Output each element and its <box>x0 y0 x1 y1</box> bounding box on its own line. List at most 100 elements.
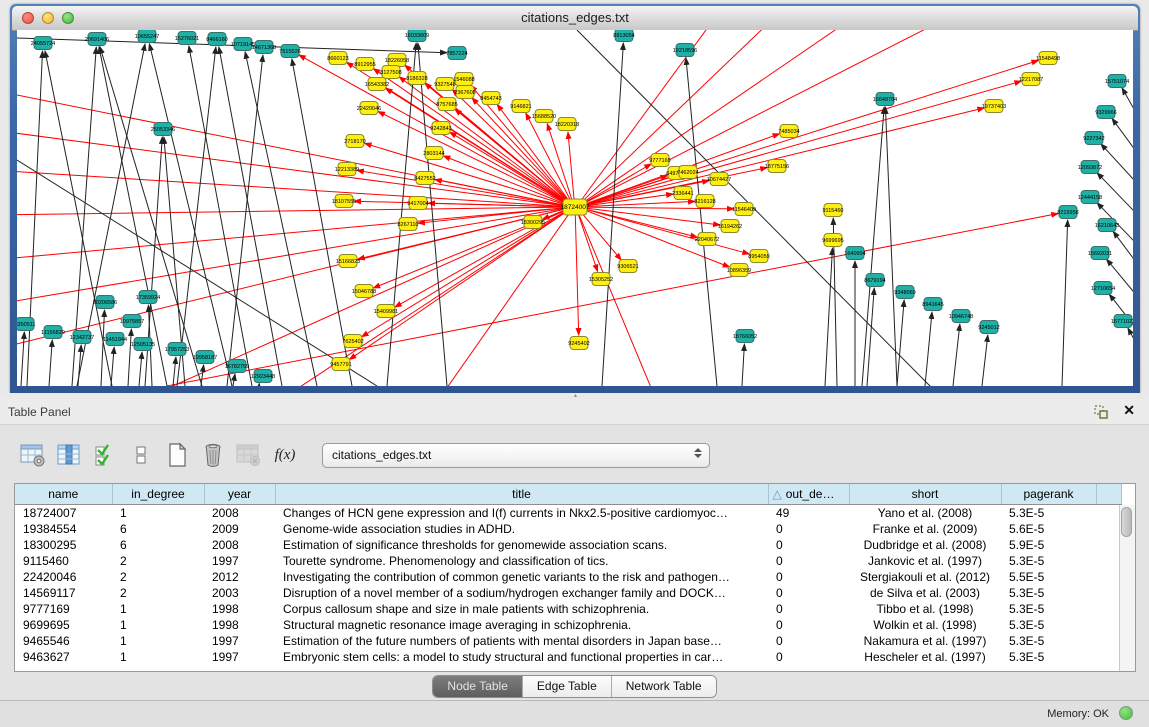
network-node[interactable]: 12213389 <box>335 163 359 176</box>
network-node[interactable]: 20206586 <box>93 296 117 309</box>
network-node[interactable]: 12505135 <box>131 338 155 351</box>
table-cell-year[interactable]: 2008 <box>204 504 275 521</box>
create-table-icon[interactable] <box>162 440 192 470</box>
network-node[interactable]: 15751074 <box>1105 75 1129 88</box>
table-cell-year[interactable]: 2009 <box>204 521 275 537</box>
delete-icon[interactable] <box>198 440 228 470</box>
network-node[interactable]: 9227342 <box>1083 132 1104 145</box>
close-panel-icon[interactable]: ✕ <box>1123 402 1135 419</box>
scrollbar-thumb[interactable] <box>1121 507 1132 537</box>
network-node[interactable]: 8954059 <box>748 250 769 263</box>
network-node[interactable]: 9245012 <box>978 321 999 334</box>
table-cell-in_degree[interactable]: 2 <box>112 585 204 601</box>
delete-column-icon[interactable] <box>234 440 264 470</box>
table-cell-out_degree[interactable]: 0 <box>768 521 849 537</box>
network-node[interactable]: 18775156 <box>765 160 789 173</box>
network-node[interactable]: 16543382 <box>365 78 389 91</box>
network-node[interactable]: 16210643 <box>1095 219 1119 232</box>
table-row[interactable]: 946362711997Embryonic stem cells: a mode… <box>15 649 1121 665</box>
table-cell-short[interactable]: Wolkin et al. (1998) <box>849 617 1001 633</box>
network-node[interactable]: 18107555 <box>332 195 356 208</box>
table-cell-title[interactable]: Estimation of significance thresholds fo… <box>275 537 768 553</box>
tab-node-table[interactable]: Node Table <box>433 676 523 697</box>
table-cell-title[interactable]: Genome-wide association studies in ADHD. <box>275 521 768 537</box>
table-cell-short[interactable]: Jankovic et al. (1997) <box>849 553 1001 569</box>
network-node[interactable]: 14671368 <box>252 41 276 54</box>
table-cell-in_degree[interactable]: 6 <box>112 521 204 537</box>
table-cell-in_degree[interactable]: 1 <box>112 633 204 649</box>
network-node[interactable]: 10896359 <box>727 264 751 277</box>
table-cell-short[interactable]: Yano et al. (2008) <box>849 504 1001 521</box>
table-cell-short[interactable]: de Silva et al. (2003) <box>849 585 1001 601</box>
network-node[interactable]: 10655247 <box>135 30 159 43</box>
column-header-title[interactable]: title <box>275 484 768 504</box>
table-cell-pagerank[interactable]: 5.3E-5 <box>1001 633 1096 649</box>
network-node[interactable]: 11548498 <box>1036 52 1060 65</box>
table-cell-in_degree[interactable]: 1 <box>112 601 204 617</box>
table-cell-pagerank[interactable]: 5.3E-5 <box>1001 601 1096 617</box>
network-node[interactable]: 12923448 <box>251 370 275 383</box>
network-node[interactable]: 8454743 <box>480 92 501 105</box>
network-node[interactable]: 9115460 <box>822 204 843 217</box>
network-view-window[interactable]: citations_edges.txt 18724007 8660123 89129… <box>10 4 1140 393</box>
network-node[interactable]: 10946748 <box>949 310 973 323</box>
table-cell-name[interactable]: 19384554 <box>15 521 112 537</box>
table-row[interactable]: 946554611997Estimation of the future num… <box>15 633 1121 649</box>
select-columns-icon[interactable] <box>90 440 120 470</box>
table-cell-year[interactable]: 1997 <box>204 633 275 649</box>
table-cell-title[interactable]: Investigating the contribution of common… <box>275 569 768 585</box>
table-cell-out_degree[interactable]: 0 <box>768 569 849 585</box>
network-node[interactable]: 17359924 <box>136 291 160 304</box>
network-node[interactable]: 22420046 <box>357 102 381 115</box>
table-cell-name[interactable]: 14569117 <box>15 585 112 601</box>
network-node[interactable]: 19218596 <box>673 44 697 57</box>
column-header-short[interactable]: short <box>849 484 1001 504</box>
network-node[interactable]: 8941645 <box>922 298 943 311</box>
network-node[interactable]: 8813054 <box>613 30 634 42</box>
table-cell-name[interactable]: 9465546 <box>15 633 112 649</box>
network-node[interactable]: 15688520 <box>532 110 556 123</box>
network-node[interactable]: 24055724 <box>31 37 55 50</box>
network-node[interactable]: 9242843 <box>430 122 451 135</box>
table-cell-pagerank[interactable]: 5.9E-5 <box>1001 537 1096 553</box>
table-cell-pagerank[interactable]: 5.3E-5 <box>1001 649 1096 665</box>
network-node[interactable]: 19958187 <box>193 351 217 364</box>
table-cell-short[interactable]: Dudbridge et al. (2008) <box>849 537 1001 553</box>
table-cell-name[interactable]: 9699695 <box>15 617 112 633</box>
network-node[interactable]: 8427552 <box>414 172 435 185</box>
network-node[interactable]: 10975857 <box>120 315 144 328</box>
table-cell-short[interactable]: Nakamura et al. (1997) <box>849 633 1001 649</box>
network-node[interactable]: 16771022 <box>1111 315 1133 328</box>
network-node[interactable]: 11546409 <box>732 203 756 216</box>
table-cell-short[interactable]: Franke et al. (2009) <box>849 521 1001 537</box>
network-node[interactable]: 8660123 <box>327 52 348 65</box>
table-cell-short[interactable]: Tibbo et al. (1998) <box>849 601 1001 617</box>
network-node[interactable]: 16782759 <box>225 360 249 373</box>
network-node[interactable]: 9329966 <box>1095 106 1116 119</box>
network-node[interactable]: 15305252 <box>589 273 613 286</box>
network-node[interactable]: 12217087 <box>1019 73 1043 86</box>
network-node[interactable]: 9245402 <box>568 337 589 350</box>
row-height-icon[interactable] <box>126 440 156 470</box>
table-cell-short[interactable]: Stergiakouli et al. (2012) <box>849 569 1001 585</box>
window-titlebar[interactable]: citations_edges.txt <box>12 6 1138 31</box>
network-hub-node[interactable]: 18724007 <box>561 199 590 215</box>
table-cell-out_degree[interactable]: 0 <box>768 633 849 649</box>
network-node[interactable]: 2718170 <box>344 135 365 148</box>
table-cell-in_degree[interactable]: 1 <box>112 649 204 665</box>
network-node[interactable]: 12710654 <box>1091 282 1115 295</box>
table-cell-name[interactable]: 9463627 <box>15 649 112 665</box>
network-node[interactable]: 15692031 <box>1088 247 1112 260</box>
network-node[interactable]: 2367608 <box>454 86 475 99</box>
network-node[interactable]: 1640994 <box>844 247 865 260</box>
table-cell-in_degree[interactable]: 6 <box>112 537 204 553</box>
table-cell-pagerank[interactable]: 5.3E-5 <box>1001 617 1096 633</box>
column-header-out_degree[interactable]: △out_de… <box>768 484 849 504</box>
table-row[interactable]: 1872400712008Changes of HCN gene express… <box>15 504 1121 521</box>
table-cell-year[interactable]: 1997 <box>204 649 275 665</box>
network-node[interactable]: 15276021 <box>175 32 199 45</box>
network-node[interactable]: 8912955 <box>354 58 375 71</box>
table-row[interactable]: 977716911998Corpus callosum shape and si… <box>15 601 1121 617</box>
network-node[interactable]: 10674427 <box>707 173 731 186</box>
table-row[interactable]: 2242004622012Investigating the contribut… <box>15 569 1121 585</box>
